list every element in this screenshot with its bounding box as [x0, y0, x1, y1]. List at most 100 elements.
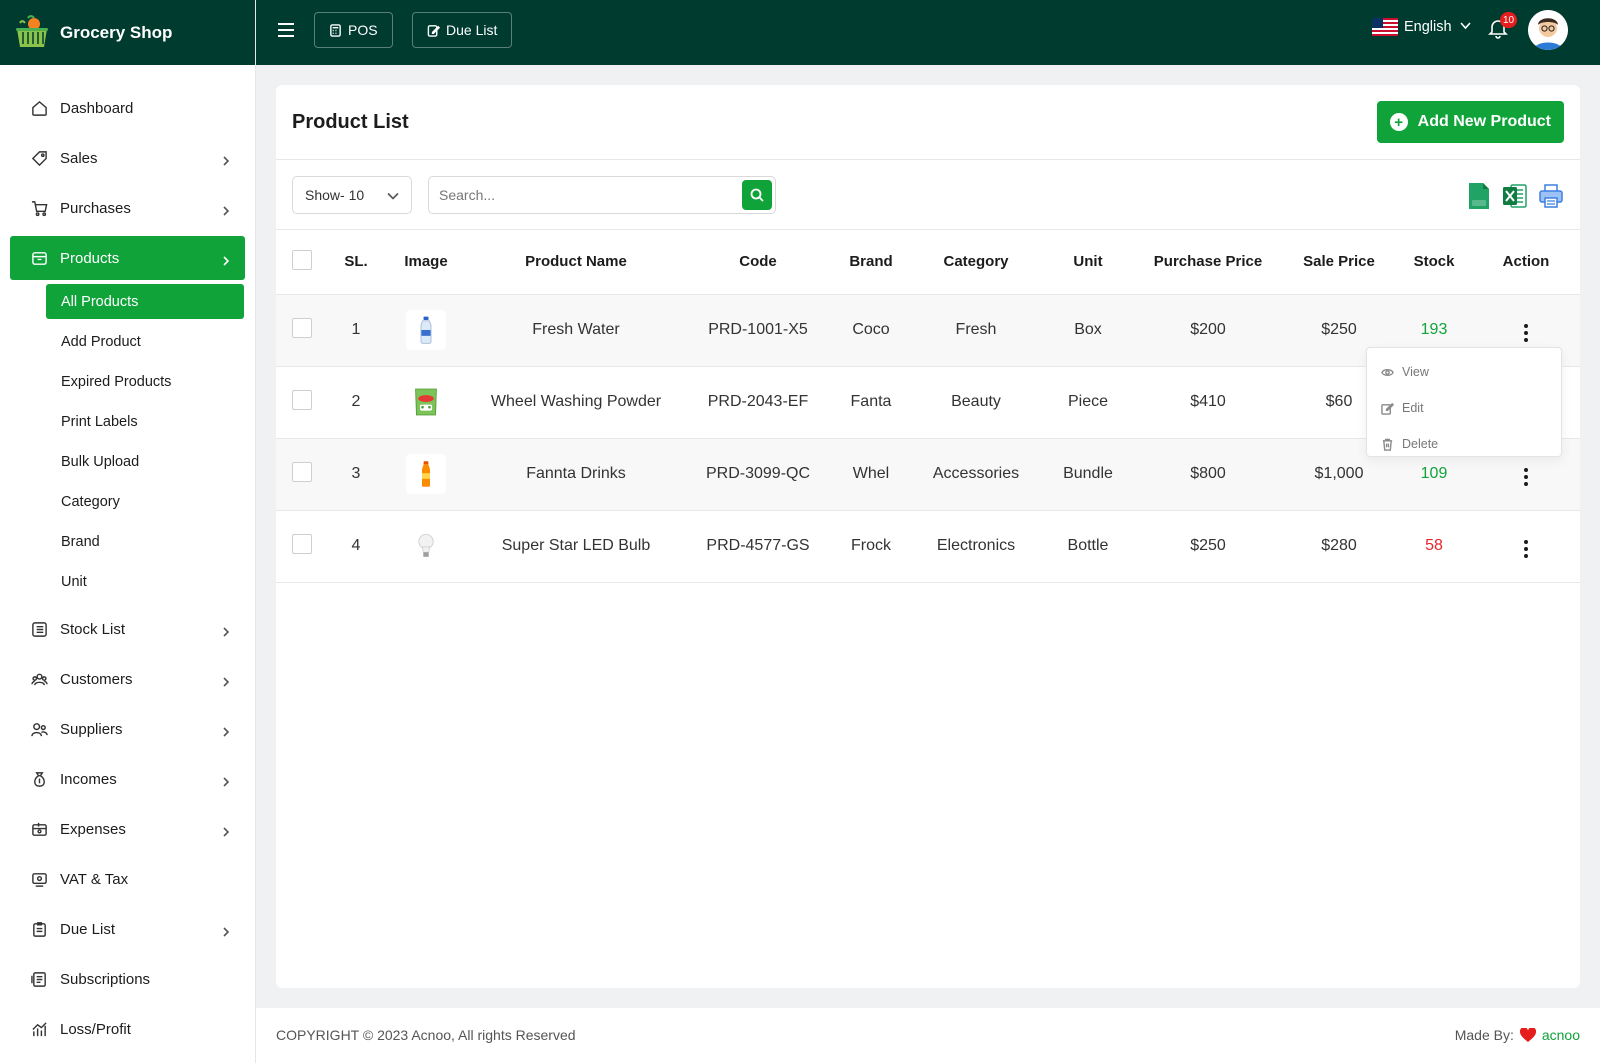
due-list-button[interactable]: Due List: [412, 12, 513, 48]
list-icon: [30, 620, 48, 638]
grocery-basket-logo-icon: [16, 14, 48, 47]
hamburger-menu-icon[interactable]: [276, 20, 296, 40]
made-by-brand-link[interactable]: acnoo: [1542, 1027, 1580, 1043]
sidebar-item-dashboard[interactable]: Dashboard: [10, 86, 245, 130]
chevron-down-icon: [1452, 19, 1471, 35]
notification-badge: 10: [1500, 12, 1518, 28]
search-input[interactable]: [429, 177, 729, 213]
cell-code: PRD-2043-EF: [707, 393, 809, 410]
search-icon: [750, 188, 764, 202]
table-toolbar: Show- 10: [276, 160, 1580, 230]
cell-image: [384, 366, 468, 438]
submenu-item-print-labels[interactable]: Print Labels: [46, 404, 244, 439]
card-header: Product List + Add New Product: [276, 85, 1580, 160]
chevron-right-icon: [221, 203, 231, 216]
cell-sl: 4: [351, 537, 361, 554]
sidebar-item-customers[interactable]: Customers: [10, 657, 245, 701]
pos-button[interactable]: POS: [314, 12, 393, 48]
edit-note-icon: [427, 24, 440, 37]
sidebar-item-suppliers[interactable]: Suppliers: [10, 707, 245, 751]
sidebar-item-loss-profit[interactable]: Loss/Profit: [10, 1007, 245, 1051]
row-checkbox[interactable]: [292, 317, 312, 338]
sidebar-item-stock-list[interactable]: Stock List: [10, 607, 245, 651]
sidebar-menu: Dashboard Sales Purchases Products All P…: [0, 65, 255, 1051]
sidebar-item-subscriptions[interactable]: Subscriptions: [10, 957, 245, 1001]
sidebar-item-due-list[interactable]: Due List: [10, 907, 245, 951]
show-entries-select[interactable]: Show- 10: [292, 176, 412, 214]
bulb-icon: [406, 526, 446, 566]
header-product-name: Product Name: [525, 253, 627, 271]
more-vertical-icon[interactable]: [1520, 464, 1532, 490]
notification-bell[interactable]: 10: [1486, 12, 1518, 44]
sidebar-item-label: Purchases: [60, 199, 131, 217]
made-by-label: Made By:: [1454, 1027, 1514, 1043]
row-checkbox[interactable]: [292, 389, 312, 410]
cell-code: PRD-1001-X5: [708, 321, 808, 338]
sidebar-item-label: VAT & Tax: [60, 870, 129, 888]
header-category: Category: [943, 253, 1009, 271]
cell-brand: Coco: [852, 321, 890, 338]
sidebar-item-label: Products: [60, 249, 120, 267]
header-image: Image: [404, 253, 448, 271]
subscription-icon: [30, 970, 48, 988]
select-all-checkbox[interactable]: [292, 249, 312, 270]
submenu-item-unit[interactable]: Unit: [46, 564, 244, 599]
water-bottle-icon: [406, 310, 446, 350]
cell-category: Beauty: [951, 393, 1001, 410]
chevron-right-icon: [221, 774, 231, 787]
header-sale-price: Sale Price: [1303, 253, 1375, 271]
sidebar-item-purchases[interactable]: Purchases: [10, 186, 245, 230]
submenu-item-category[interactable]: Category: [46, 484, 244, 519]
csv-icon[interactable]: [1466, 182, 1492, 210]
action-view[interactable]: View: [1367, 354, 1561, 390]
user-avatar-icon: [1528, 10, 1568, 50]
print-icon[interactable]: [1538, 182, 1564, 210]
sidebar-item-label: Subscriptions: [60, 970, 151, 988]
add-new-product-button[interactable]: + Add New Product: [1376, 101, 1564, 143]
tag-icon: [30, 149, 48, 167]
language-selector[interactable]: English: [1372, 18, 1471, 36]
chart-icon: [30, 1020, 48, 1038]
submenu-item-all-products[interactable]: All Products: [46, 284, 244, 319]
cell-category: Fresh: [955, 321, 997, 338]
sidebar-item-label: Incomes: [60, 770, 117, 788]
header-stock: Stock: [1413, 253, 1455, 271]
cell-sale-price: $280: [1321, 537, 1357, 554]
submenu-item-bulk-upload[interactable]: Bulk Upload: [46, 444, 244, 479]
sidebar-item-sales[interactable]: Sales: [10, 136, 245, 180]
cell-sl: 3: [351, 465, 361, 482]
cell-product-name: Fannta Drinks: [526, 465, 626, 482]
customers-icon: [30, 670, 48, 688]
cell-image: [384, 438, 468, 510]
cell-action: [1472, 510, 1580, 582]
cell-category: Electronics: [936, 537, 1016, 554]
cell-image: [384, 294, 468, 366]
row-checkbox[interactable]: [292, 533, 312, 554]
row-checkbox[interactable]: [292, 461, 312, 482]
action-edit[interactable]: Edit: [1367, 390, 1561, 426]
cell-unit: Bottle: [1067, 537, 1109, 554]
eye-icon: [1381, 368, 1394, 376]
submenu-item-brand[interactable]: Brand: [46, 524, 244, 559]
brand[interactable]: Grocery Shop: [0, 0, 255, 65]
cell-purchase-price: $800: [1190, 465, 1226, 482]
sidebar-item-expenses[interactable]: Expenses: [10, 807, 245, 851]
search-button[interactable]: [742, 180, 772, 210]
sidebar: Grocery Shop Dashboard Sales Purchases P…: [0, 0, 256, 1063]
cell-brand: Fanta: [850, 393, 892, 410]
sidebar-item-label: Stock List: [60, 620, 126, 638]
table-row: 4 Super Star LED Bulb PRD-4577-GS Frock …: [276, 510, 1580, 582]
submenu-item-expired-products[interactable]: Expired Products: [46, 364, 244, 399]
sidebar-item-products[interactable]: Products: [10, 236, 245, 280]
more-vertical-icon[interactable]: [1520, 320, 1532, 346]
excel-icon[interactable]: [1502, 182, 1528, 210]
chevron-right-icon: [221, 624, 231, 637]
user-avatar[interactable]: [1528, 10, 1568, 50]
receipt-icon: [30, 870, 48, 888]
table-header-row: SL. Image Product Name Code Brand Catego…: [276, 230, 1580, 294]
submenu-item-add-product[interactable]: Add Product: [46, 324, 244, 359]
more-vertical-icon[interactable]: [1520, 536, 1532, 562]
sidebar-item-vat-tax[interactable]: VAT & Tax: [10, 857, 245, 901]
sidebar-item-incomes[interactable]: Incomes: [10, 757, 245, 801]
action-delete[interactable]: Delete: [1367, 426, 1561, 462]
